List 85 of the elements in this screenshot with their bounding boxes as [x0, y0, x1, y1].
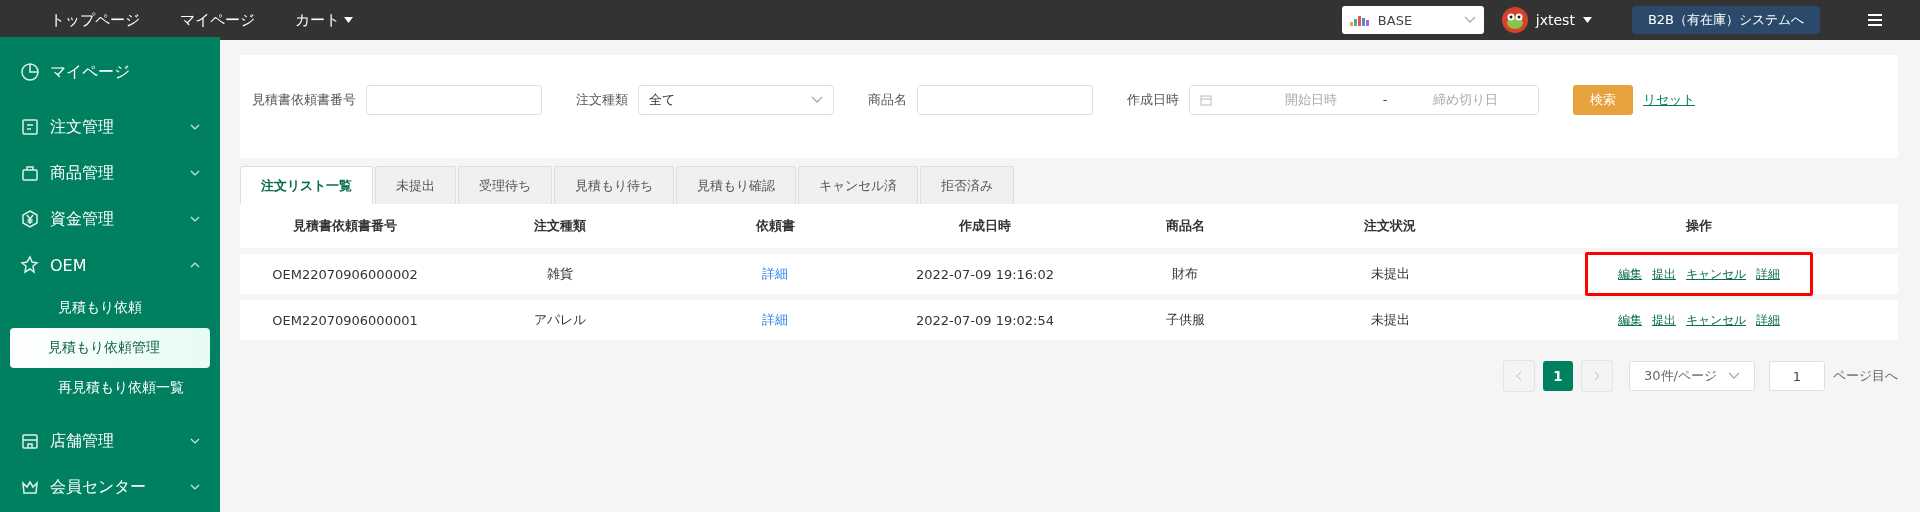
- caret-icon[interactable]: [1582, 17, 1592, 23]
- table-cell-text: OEM22070906000002: [271, 266, 419, 282]
- column-header: 見積書依頼書番号: [292, 217, 398, 235]
- document-icon: [20, 117, 40, 137]
- action-link[interactable]: 詳細: [1756, 265, 1780, 283]
- table-cell-text: 子供服: [1164, 311, 1206, 329]
- field-label: 商品名: [868, 90, 907, 109]
- nav-link[interactable]: マイページ: [180, 10, 255, 30]
- calendar-icon: [1200, 93, 1212, 106]
- field-label: 注文種類: [576, 90, 628, 109]
- sidebar-subitem[interactable]: 見積もり依頼: [10, 288, 210, 328]
- page-size-select[interactable]: 30件/ページ: [1629, 361, 1755, 391]
- avatar-icon[interactable]: [1501, 7, 1528, 33]
- tab[interactable]: キャンセル済: [798, 166, 918, 204]
- table-cell-text: OEM22070906000001: [271, 312, 419, 328]
- action-link[interactable]: 提出: [1652, 265, 1676, 283]
- sidebar-item[interactable]: 資金管理: [50, 208, 114, 230]
- detail-link[interactable]: 詳細: [762, 266, 788, 281]
- shop-logo-icon: [1349, 14, 1372, 26]
- chevron-down-icon[interactable]: [190, 484, 200, 490]
- tab[interactable]: 見積もり待ち: [554, 166, 674, 204]
- bag-icon: [20, 163, 40, 183]
- table-cell-text: 未提出: [1369, 311, 1411, 329]
- table-cell-text: 未提出: [1369, 265, 1411, 283]
- sidebar-item[interactable]: 注文管理: [50, 116, 114, 138]
- yen-icon: [20, 209, 40, 229]
- pie-chart-icon: [20, 62, 40, 82]
- sidebar-item[interactable]: 会員センター: [50, 476, 146, 498]
- chevron-right-icon: [1593, 371, 1601, 381]
- column-header: 注文状況: [1363, 217, 1417, 235]
- date-range-field[interactable]: 開始日時 - 締め切り日: [1189, 84, 1539, 115]
- action-link[interactable]: キャンセル: [1686, 265, 1746, 283]
- action-link[interactable]: キャンセル: [1686, 311, 1746, 329]
- page-button[interactable]: 1: [1543, 361, 1573, 391]
- column-header: 依頼書: [754, 217, 796, 235]
- tab[interactable]: 見積もり確認: [676, 166, 796, 204]
- product-name-field[interactable]: [917, 84, 1093, 115]
- field-label: 作成日時: [1127, 90, 1179, 109]
- chevron-left-icon: [1515, 371, 1523, 381]
- tab[interactable]: 注文リスト一覧: [240, 166, 373, 204]
- star-icon: [20, 255, 40, 275]
- quote-number-field[interactable]: [366, 84, 542, 115]
- user-menu[interactable]: jxtest: [1535, 12, 1575, 28]
- table-cell-text: アパレル: [533, 311, 587, 329]
- detail-link[interactable]: 詳細: [762, 312, 788, 327]
- column-header: 作成日時: [957, 217, 1012, 235]
- column-header: 注文種類: [533, 217, 587, 235]
- sidebar-subitem[interactable]: 再見積もり依頼一覧: [10, 368, 210, 408]
- chevron-down-icon[interactable]: [190, 170, 200, 176]
- chevron-down-icon[interactable]: [190, 438, 200, 444]
- shop-select[interactable]: BASE: [1341, 6, 1484, 34]
- table-cell-text: 雑貨: [546, 265, 574, 283]
- action-link[interactable]: 編集: [1618, 311, 1642, 329]
- action-link[interactable]: 詳細: [1756, 311, 1780, 329]
- page-jump-field[interactable]: 1: [1769, 361, 1825, 391]
- chevron-up-icon[interactable]: [190, 262, 200, 268]
- system-button[interactable]: B2B（有在庫）システムへ: [1631, 6, 1820, 34]
- table-cell-text: 2022-07-09 19:16:02: [914, 266, 1056, 282]
- table-cell-text: 財布: [1171, 265, 1199, 283]
- nav-link[interactable]: カート: [295, 10, 353, 30]
- menu-icon[interactable]: [1868, 14, 1882, 26]
- nav-link[interactable]: トップページ: [50, 10, 140, 30]
- sidebar-item[interactable]: マイページ: [50, 61, 130, 83]
- sidebar-item[interactable]: 商品管理: [50, 162, 114, 184]
- field-label: 見積書依頼書番号: [252, 90, 356, 109]
- action-link[interactable]: 提出: [1652, 311, 1676, 329]
- tab[interactable]: 未提出: [375, 166, 456, 204]
- chevron-down-icon: [811, 95, 823, 104]
- order-type-select[interactable]: 全て: [638, 84, 834, 115]
- column-header: 商品名: [1164, 217, 1206, 235]
- reset-link[interactable]: リセット: [1643, 90, 1695, 109]
- chevron-down-icon: [1728, 372, 1740, 380]
- sidebar-item[interactable]: OEM: [50, 255, 87, 275]
- table-cell-text: 2022-07-09 19:02:54: [914, 312, 1056, 328]
- column-header: 操作: [1685, 217, 1713, 235]
- shop-icon: [20, 431, 40, 451]
- sidebar-item[interactable]: 店舗管理: [50, 430, 114, 452]
- sidebar-subitem[interactable]: 見積もり依頼管理: [10, 328, 210, 368]
- chevron-down-icon[interactable]: [190, 124, 200, 130]
- chevron-down-icon: [1463, 16, 1476, 24]
- page-jump-label: ページ目へ: [1833, 367, 1898, 385]
- tab[interactable]: 拒否済み: [920, 166, 1014, 204]
- action-link[interactable]: 編集: [1618, 265, 1642, 283]
- chevron-down-icon[interactable]: [190, 216, 200, 222]
- tab[interactable]: 受理待ち: [458, 166, 552, 204]
